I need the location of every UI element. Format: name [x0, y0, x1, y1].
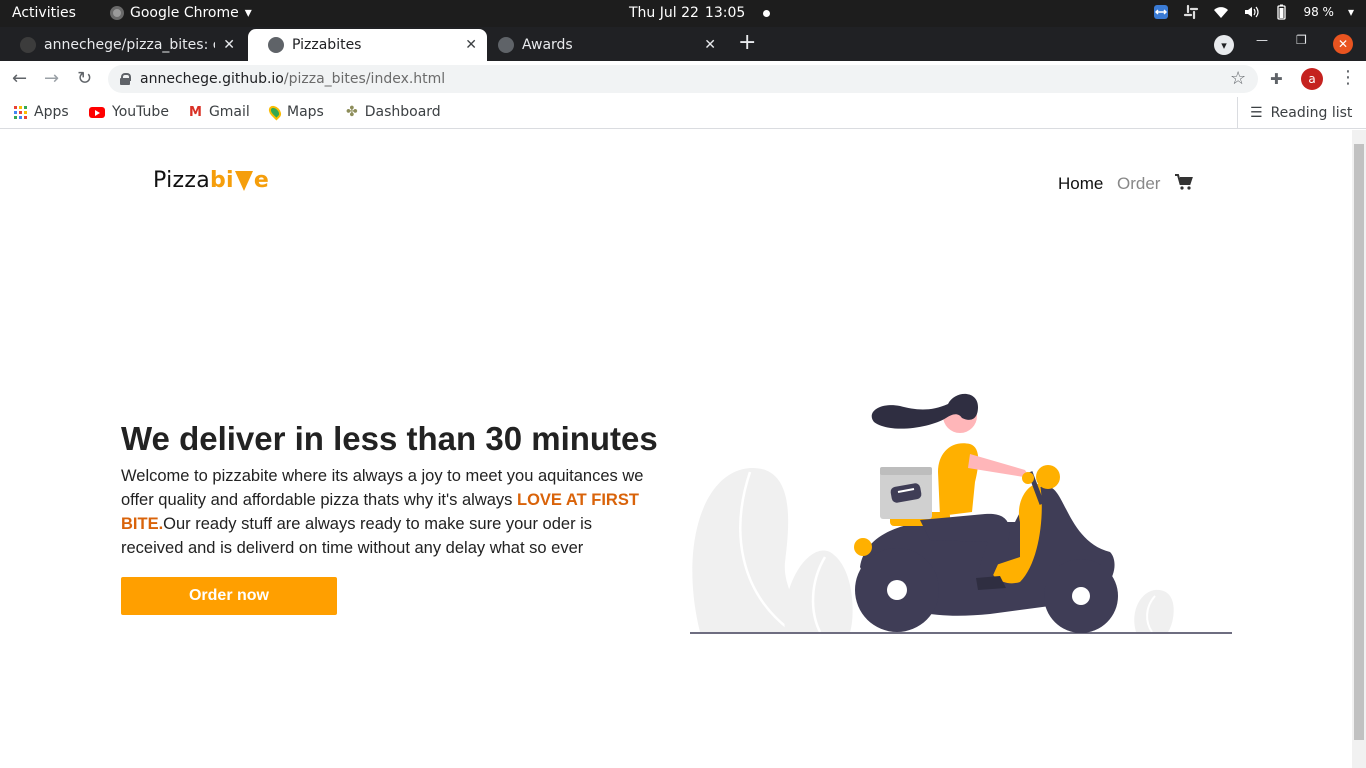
scooter-delivery-illustration	[690, 393, 1232, 634]
globe-icon	[498, 37, 514, 53]
bookmark-star-icon[interactable]: ☆	[1230, 68, 1246, 89]
close-icon[interactable]: ✕	[704, 37, 716, 53]
bookmark-label: Maps	[287, 104, 324, 120]
rider-arm	[968, 454, 1030, 478]
youtube-icon	[89, 106, 105, 118]
tab-awards[interactable]: Awards ✕	[478, 29, 726, 61]
profile-avatar[interactable]: a	[1301, 68, 1323, 90]
leaf-shape	[784, 550, 853, 632]
url-host: annechege.github.io	[140, 71, 284, 87]
hero-title: We deliver in less than 30 minutes	[121, 420, 658, 457]
system-top-bar: Activities Google Chrome ▾ Thu Jul 22 13…	[0, 0, 1366, 27]
logo-text-suffix: e	[253, 168, 270, 193]
lock-icon[interactable]	[120, 73, 131, 85]
reading-list-icon: ☰	[1250, 104, 1263, 121]
notification-dot-icon	[763, 9, 771, 17]
pizza-slice-icon	[234, 171, 253, 191]
order-now-button[interactable]: Order now	[121, 577, 337, 615]
bookmark-label: Apps	[34, 104, 69, 120]
minimize-icon[interactable]: —	[1256, 33, 1268, 47]
rider-hand	[1022, 472, 1034, 484]
tree-icon: ✤	[346, 104, 358, 120]
window-close-icon[interactable]: ✕	[1333, 34, 1353, 54]
new-tab-button[interactable]: +	[738, 32, 756, 54]
tab-strip: annechege/pizza_bites: c ✕ Pizzabites ✕ …	[0, 27, 1366, 61]
logo-text-bi: bi	[209, 168, 234, 193]
slack-icon[interactable]	[1183, 4, 1199, 20]
chrome-icon	[110, 6, 124, 20]
hero-description: Welcome to pizzabite where its always a …	[121, 464, 651, 560]
system-tray[interactable]: 98 % ▾	[1153, 4, 1354, 20]
bookmark-gmail[interactable]: M Gmail	[189, 104, 250, 120]
battery-icon[interactable]	[1273, 4, 1289, 20]
nav-order-link[interactable]: Order	[1117, 174, 1160, 194]
gmail-icon: M	[189, 104, 202, 120]
more-menu-icon[interactable]: ⋮	[1339, 67, 1357, 88]
front-wheel-hub	[1072, 587, 1090, 605]
web-page: Pizzabi e Home Order We deliver in less t…	[0, 130, 1352, 768]
wifi-icon[interactable]	[1213, 4, 1229, 20]
url-path: /pizza_bites/index.html	[283, 71, 446, 87]
bookmark-label: YouTube	[112, 104, 169, 120]
close-icon[interactable]: ✕	[223, 37, 235, 53]
activities-button[interactable]: Activities	[12, 5, 76, 21]
nav-home-link[interactable]: Home	[1058, 174, 1103, 194]
bookmark-apps[interactable]: Apps	[14, 104, 69, 120]
app-menu-label: Google Chrome	[130, 5, 239, 21]
scooter-taillight	[854, 538, 872, 556]
tab-search-icon[interactable]: ▾	[1214, 35, 1234, 55]
teamviewer-icon[interactable]	[1153, 4, 1169, 20]
rear-wheel-hub	[887, 580, 907, 600]
volume-icon[interactable]	[1243, 4, 1260, 20]
rider-torso	[938, 443, 979, 516]
shopping-cart-icon[interactable]	[1175, 174, 1193, 190]
battery-percent: 98 %	[1303, 5, 1334, 19]
reading-list-label: Reading list	[1270, 104, 1353, 121]
bookmarks-bar: Apps YouTube M Gmail Maps ✤ Dashboard ☰ …	[0, 97, 1366, 129]
tab-title: annechege/pizza_bites: c	[44, 37, 216, 53]
caret-down-icon: ▾	[244, 5, 252, 21]
page-scrollbar[interactable]	[1352, 130, 1366, 768]
clock-time: 13:05	[704, 5, 746, 21]
site-logo[interactable]: Pizzabi e	[153, 168, 269, 193]
tab-title: Awards	[522, 37, 573, 53]
bookmark-label: Dashboard	[364, 104, 441, 120]
logo-text-prefix: Pizza	[153, 168, 210, 193]
tab-github[interactable]: annechege/pizza_bites: c ✕	[0, 29, 245, 61]
system-menu-caret-icon[interactable]: ▾	[1348, 5, 1354, 19]
github-icon	[20, 37, 36, 53]
maps-pin-icon	[266, 103, 284, 121]
close-icon[interactable]: ✕	[465, 37, 477, 53]
reload-icon[interactable]: ↻	[77, 68, 92, 89]
browser-toolbar: ← → ↻ annechege.github.io/pizza_bites/in…	[0, 61, 1366, 97]
restore-icon[interactable]: ❐	[1296, 33, 1307, 47]
hero-text-part: Our ready stuff are always ready to make…	[121, 515, 593, 557]
globe-icon	[268, 37, 284, 53]
clock[interactable]: Thu Jul 22 13:05	[629, 5, 771, 21]
back-arrow-icon[interactable]: ←	[12, 68, 27, 89]
bookmark-label: Gmail	[208, 104, 250, 120]
bookmark-maps[interactable]: Maps	[266, 103, 324, 121]
scrollbar-thumb[interactable]	[1354, 144, 1364, 740]
tab-title: Pizzabites	[292, 37, 362, 53]
forward-arrow-icon[interactable]: →	[44, 68, 59, 89]
app-menu[interactable]: Google Chrome ▾	[110, 5, 252, 21]
apps-grid-icon	[14, 105, 27, 119]
scooter-headlight	[1036, 465, 1060, 489]
bookmark-dashboard[interactable]: ✤ Dashboard	[346, 104, 441, 120]
tab-pizzabites[interactable]: Pizzabites ✕	[248, 29, 487, 61]
delivery-box-lid	[880, 467, 932, 475]
reading-list-button[interactable]: ☰ Reading list	[1237, 97, 1352, 128]
address-bar[interactable]: annechege.github.io/pizza_bites/index.ht…	[108, 65, 1258, 93]
clock-date: Thu Jul 22	[629, 5, 699, 21]
extensions-puzzle-icon[interactable]: ✚	[1270, 70, 1283, 88]
bookmark-youtube[interactable]: YouTube	[89, 104, 169, 120]
